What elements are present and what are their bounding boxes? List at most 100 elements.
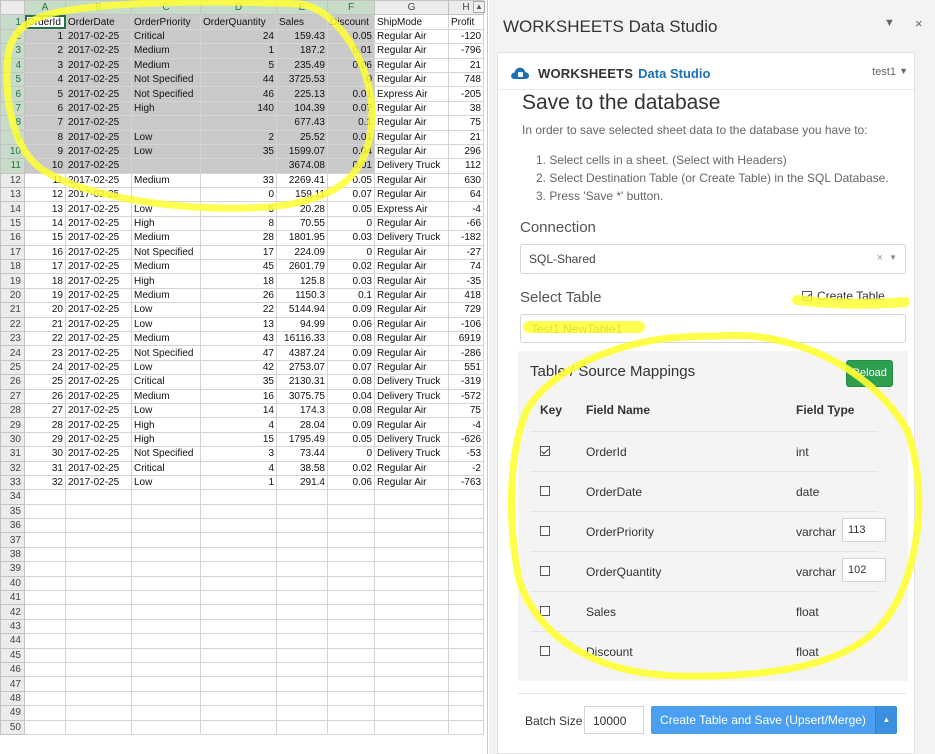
row-header[interactable]: 41: [0, 590, 25, 606]
table-cell[interactable]: 677.43: [276, 115, 328, 131]
table-cell[interactable]: [24, 690, 66, 707]
table-cell[interactable]: 0.06: [327, 474, 375, 491]
table-cell[interactable]: 4: [200, 460, 277, 476]
table-cell[interactable]: [131, 590, 201, 606]
table-cell[interactable]: 2753.07: [276, 359, 328, 376]
table-cell[interactable]: [374, 532, 449, 548]
table-cell[interactable]: 2017-02-25: [65, 115, 132, 131]
table-cell[interactable]: [448, 575, 484, 592]
table-cell[interactable]: 32: [24, 474, 66, 491]
table-cell[interactable]: [65, 633, 132, 649]
table-cell[interactable]: 75: [448, 402, 484, 419]
checkbox-checked-icon[interactable]: [802, 291, 812, 301]
field-type[interactable]: float: [796, 645, 819, 659]
table-cell[interactable]: Delivery Truck: [374, 446, 449, 462]
table-cell[interactable]: 1801.95: [276, 230, 328, 246]
table-cell[interactable]: 21: [448, 129, 484, 145]
table-cell[interactable]: 2017-02-25: [65, 302, 132, 318]
row-header[interactable]: 27: [0, 388, 25, 404]
row-header[interactable]: 20: [0, 287, 25, 304]
table-cell[interactable]: 5144.94: [276, 302, 328, 318]
table-cell[interactable]: 30: [24, 446, 66, 462]
table-cell[interactable]: 6919: [448, 330, 484, 347]
table-cell[interactable]: [276, 575, 328, 592]
table-cell[interactable]: 64: [448, 187, 484, 203]
table-cell[interactable]: [200, 489, 277, 505]
table-cell[interactable]: [327, 503, 375, 520]
row-header[interactable]: 11: [0, 158, 25, 174]
row-header[interactable]: 42: [0, 604, 25, 620]
table-cell[interactable]: [276, 705, 328, 721]
table-cell[interactable]: [276, 633, 328, 649]
table-cell[interactable]: Regular Air: [374, 100, 449, 117]
column-header-g[interactable]: G: [374, 0, 449, 16]
table-cell[interactable]: [276, 532, 328, 548]
table-cell[interactable]: 2017-02-25: [65, 57, 132, 73]
table-cell[interactable]: [65, 546, 132, 563]
table-cell[interactable]: 2017-02-25: [65, 316, 132, 332]
table-cell[interactable]: 35: [200, 374, 277, 390]
table-cell[interactable]: 44: [200, 71, 277, 88]
row-header[interactable]: 29: [0, 417, 25, 433]
table-cell[interactable]: [65, 719, 132, 735]
row-header[interactable]: 21: [0, 302, 25, 318]
key-checkbox[interactable]: [540, 606, 550, 616]
table-cell[interactable]: [276, 518, 328, 534]
header-cell[interactable]: ShipMode: [374, 14, 449, 30]
table-cell[interactable]: [448, 532, 484, 548]
table-cell[interactable]: Low: [131, 316, 201, 332]
table-cell[interactable]: 0.01: [327, 43, 375, 59]
table-cell[interactable]: 2017-02-25: [65, 86, 132, 102]
table-cell[interactable]: 19: [24, 287, 66, 304]
table-cell[interactable]: [448, 561, 484, 577]
table-cell[interactable]: [131, 647, 201, 663]
table-cell[interactable]: Regular Air: [374, 143, 449, 160]
table-cell[interactable]: [200, 690, 277, 707]
table-cell[interactable]: 29: [24, 431, 66, 448]
table-cell[interactable]: [327, 575, 375, 592]
row-header[interactable]: 49: [0, 705, 25, 721]
table-cell[interactable]: [24, 661, 66, 678]
table-cell[interactable]: 0: [327, 71, 375, 88]
table-cell[interactable]: 2017-02-25: [65, 402, 132, 419]
row-header[interactable]: 17: [0, 244, 25, 261]
table-cell[interactable]: 20.28: [276, 201, 328, 217]
table-cell[interactable]: 17: [200, 244, 277, 261]
table-cell[interactable]: 2017-02-25: [65, 187, 132, 203]
table-cell[interactable]: 14: [200, 402, 277, 419]
field-type[interactable]: date: [796, 485, 819, 499]
table-cell[interactable]: 2017-02-25: [65, 172, 132, 189]
table-cell[interactable]: 35: [200, 143, 277, 160]
field-length-input[interactable]: 113: [842, 518, 886, 542]
table-cell[interactable]: [65, 604, 132, 620]
table-cell[interactable]: [65, 489, 132, 505]
table-cell[interactable]: 2017-02-25: [65, 474, 132, 491]
table-cell[interactable]: Regular Air: [374, 187, 449, 203]
table-cell[interactable]: [276, 503, 328, 520]
table-cell[interactable]: 8: [200, 215, 277, 232]
table-cell[interactable]: Low: [131, 302, 201, 318]
table-cell[interactable]: [327, 561, 375, 577]
table-cell[interactable]: -4: [448, 417, 484, 433]
table-cell[interactable]: High: [131, 417, 201, 433]
table-cell[interactable]: 21: [448, 57, 484, 73]
table-cell[interactable]: 45: [200, 259, 277, 275]
table-cell[interactable]: [24, 604, 66, 620]
table-cell[interactable]: 0.05: [327, 28, 375, 45]
table-cell[interactable]: [448, 518, 484, 534]
table-cell[interactable]: Regular Air: [374, 115, 449, 131]
table-cell[interactable]: Not Specified: [131, 446, 201, 462]
row-header[interactable]: 2: [0, 28, 25, 45]
table-cell[interactable]: [374, 604, 449, 620]
table-cell[interactable]: 25: [24, 374, 66, 390]
table-cell[interactable]: Delivery Truck: [374, 388, 449, 404]
row-header[interactable]: 24: [0, 345, 25, 361]
table-cell[interactable]: [374, 590, 449, 606]
table-cell[interactable]: Delivery Truck: [374, 431, 449, 448]
table-cell[interactable]: 18: [24, 273, 66, 289]
table-cell[interactable]: 0.08: [327, 330, 375, 347]
table-cell[interactable]: Regular Air: [374, 330, 449, 347]
table-cell[interactable]: [448, 661, 484, 678]
table-cell[interactable]: [200, 158, 277, 174]
table-cell[interactable]: [200, 618, 277, 635]
